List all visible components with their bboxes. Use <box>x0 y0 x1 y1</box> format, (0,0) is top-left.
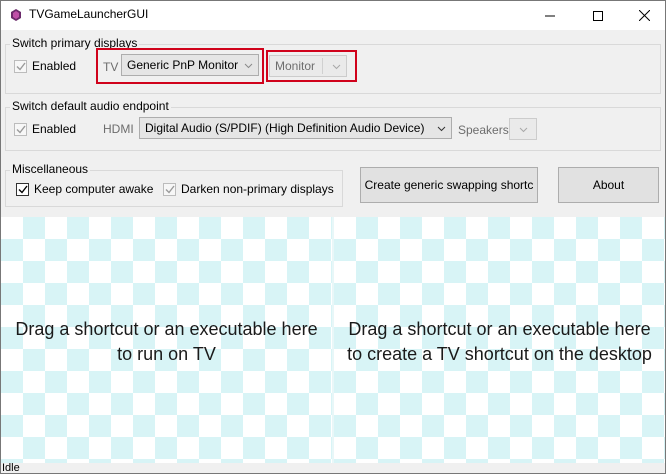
darken-displays-label: Darken non-primary displays <box>181 182 334 196</box>
audio-enabled-checkbox[interactable]: Enabled <box>14 122 76 136</box>
hdmi-label: HDMI <box>103 122 134 136</box>
checkmark-icon <box>16 62 26 71</box>
darken-displays-checkbox[interactable]: Darken non-primary displays <box>163 182 334 196</box>
checkbox-box[interactable] <box>163 182 176 196</box>
create-shortcut-line-1: Drag a shortcut or an executable here <box>348 319 651 339</box>
create-shortcut-label: Create generic swapping shortc <box>364 178 534 192</box>
chevron-down-icon <box>437 126 446 132</box>
run-on-tv-line-2: to run on TV <box>117 344 216 364</box>
run-on-tv-dropzone-text: Drag a shortcut or an executable here to… <box>1 317 332 367</box>
status-bar: Idle <box>1 462 665 474</box>
checkmark-icon <box>16 125 26 134</box>
app-icon <box>11 9 21 21</box>
checkbox-box[interactable] <box>14 122 27 136</box>
app-window: TVGameLauncherGUI Switch primary display… <box>0 0 666 474</box>
checkbox-box[interactable] <box>14 59 27 73</box>
maximize-button[interactable] <box>575 1 621 30</box>
status-text: Idle <box>2 462 20 474</box>
create-shortcut-line-2: to create a TV shortcut on the desktop <box>347 344 652 364</box>
create-shortcut-dropzone-text: Drag a shortcut or an executable here to… <box>334 317 665 367</box>
close-button[interactable] <box>621 1 665 30</box>
close-icon <box>638 10 650 21</box>
run-on-tv-line-1: Drag a shortcut or an executable here <box>15 319 318 339</box>
misc-group-label: Miscellaneous <box>10 162 91 176</box>
create-shortcut-button[interactable]: Create generic swapping shortc <box>360 167 538 203</box>
checkbox-box[interactable] <box>16 182 29 196</box>
displays-enabled-checkbox[interactable]: Enabled <box>14 59 76 73</box>
maximize-icon <box>593 10 603 21</box>
hdmi-audio-select[interactable]: Digital Audio (S/PDIF) (High Definition … <box>139 117 452 139</box>
window-title: TVGameLauncherGUI <box>29 7 149 21</box>
speakers-audio-select[interactable] <box>509 118 537 140</box>
speakers-label: Speakers <box>458 123 509 137</box>
minimize-button[interactable] <box>527 1 573 30</box>
audio-enabled-label: Enabled <box>32 122 77 136</box>
hdmi-audio-value: Digital Audio (S/PDIF) (High Definition … <box>145 121 425 135</box>
tv-highlight-box <box>96 48 264 84</box>
create-shortcut-dropzone[interactable]: Drag a shortcut or an executable here to… <box>334 217 665 463</box>
monitor-highlight-box <box>266 50 357 82</box>
displays-enabled-label: Enabled <box>32 59 77 73</box>
keep-awake-label: Keep computer awake <box>34 182 154 196</box>
audio-group-label: Switch default audio endpoint <box>10 99 171 113</box>
title-bar[interactable]: TVGameLauncherGUI <box>1 1 665 30</box>
checkmark-icon <box>18 185 28 194</box>
about-label: About <box>592 178 625 192</box>
chevron-down-icon <box>519 127 528 133</box>
keep-awake-checkbox[interactable]: Keep computer awake <box>16 182 153 196</box>
run-on-tv-dropzone[interactable]: Drag a shortcut or an executable here to… <box>1 217 332 463</box>
minimize-icon <box>545 15 555 16</box>
checkmark-icon <box>165 185 175 194</box>
about-button[interactable]: About <box>558 167 659 203</box>
